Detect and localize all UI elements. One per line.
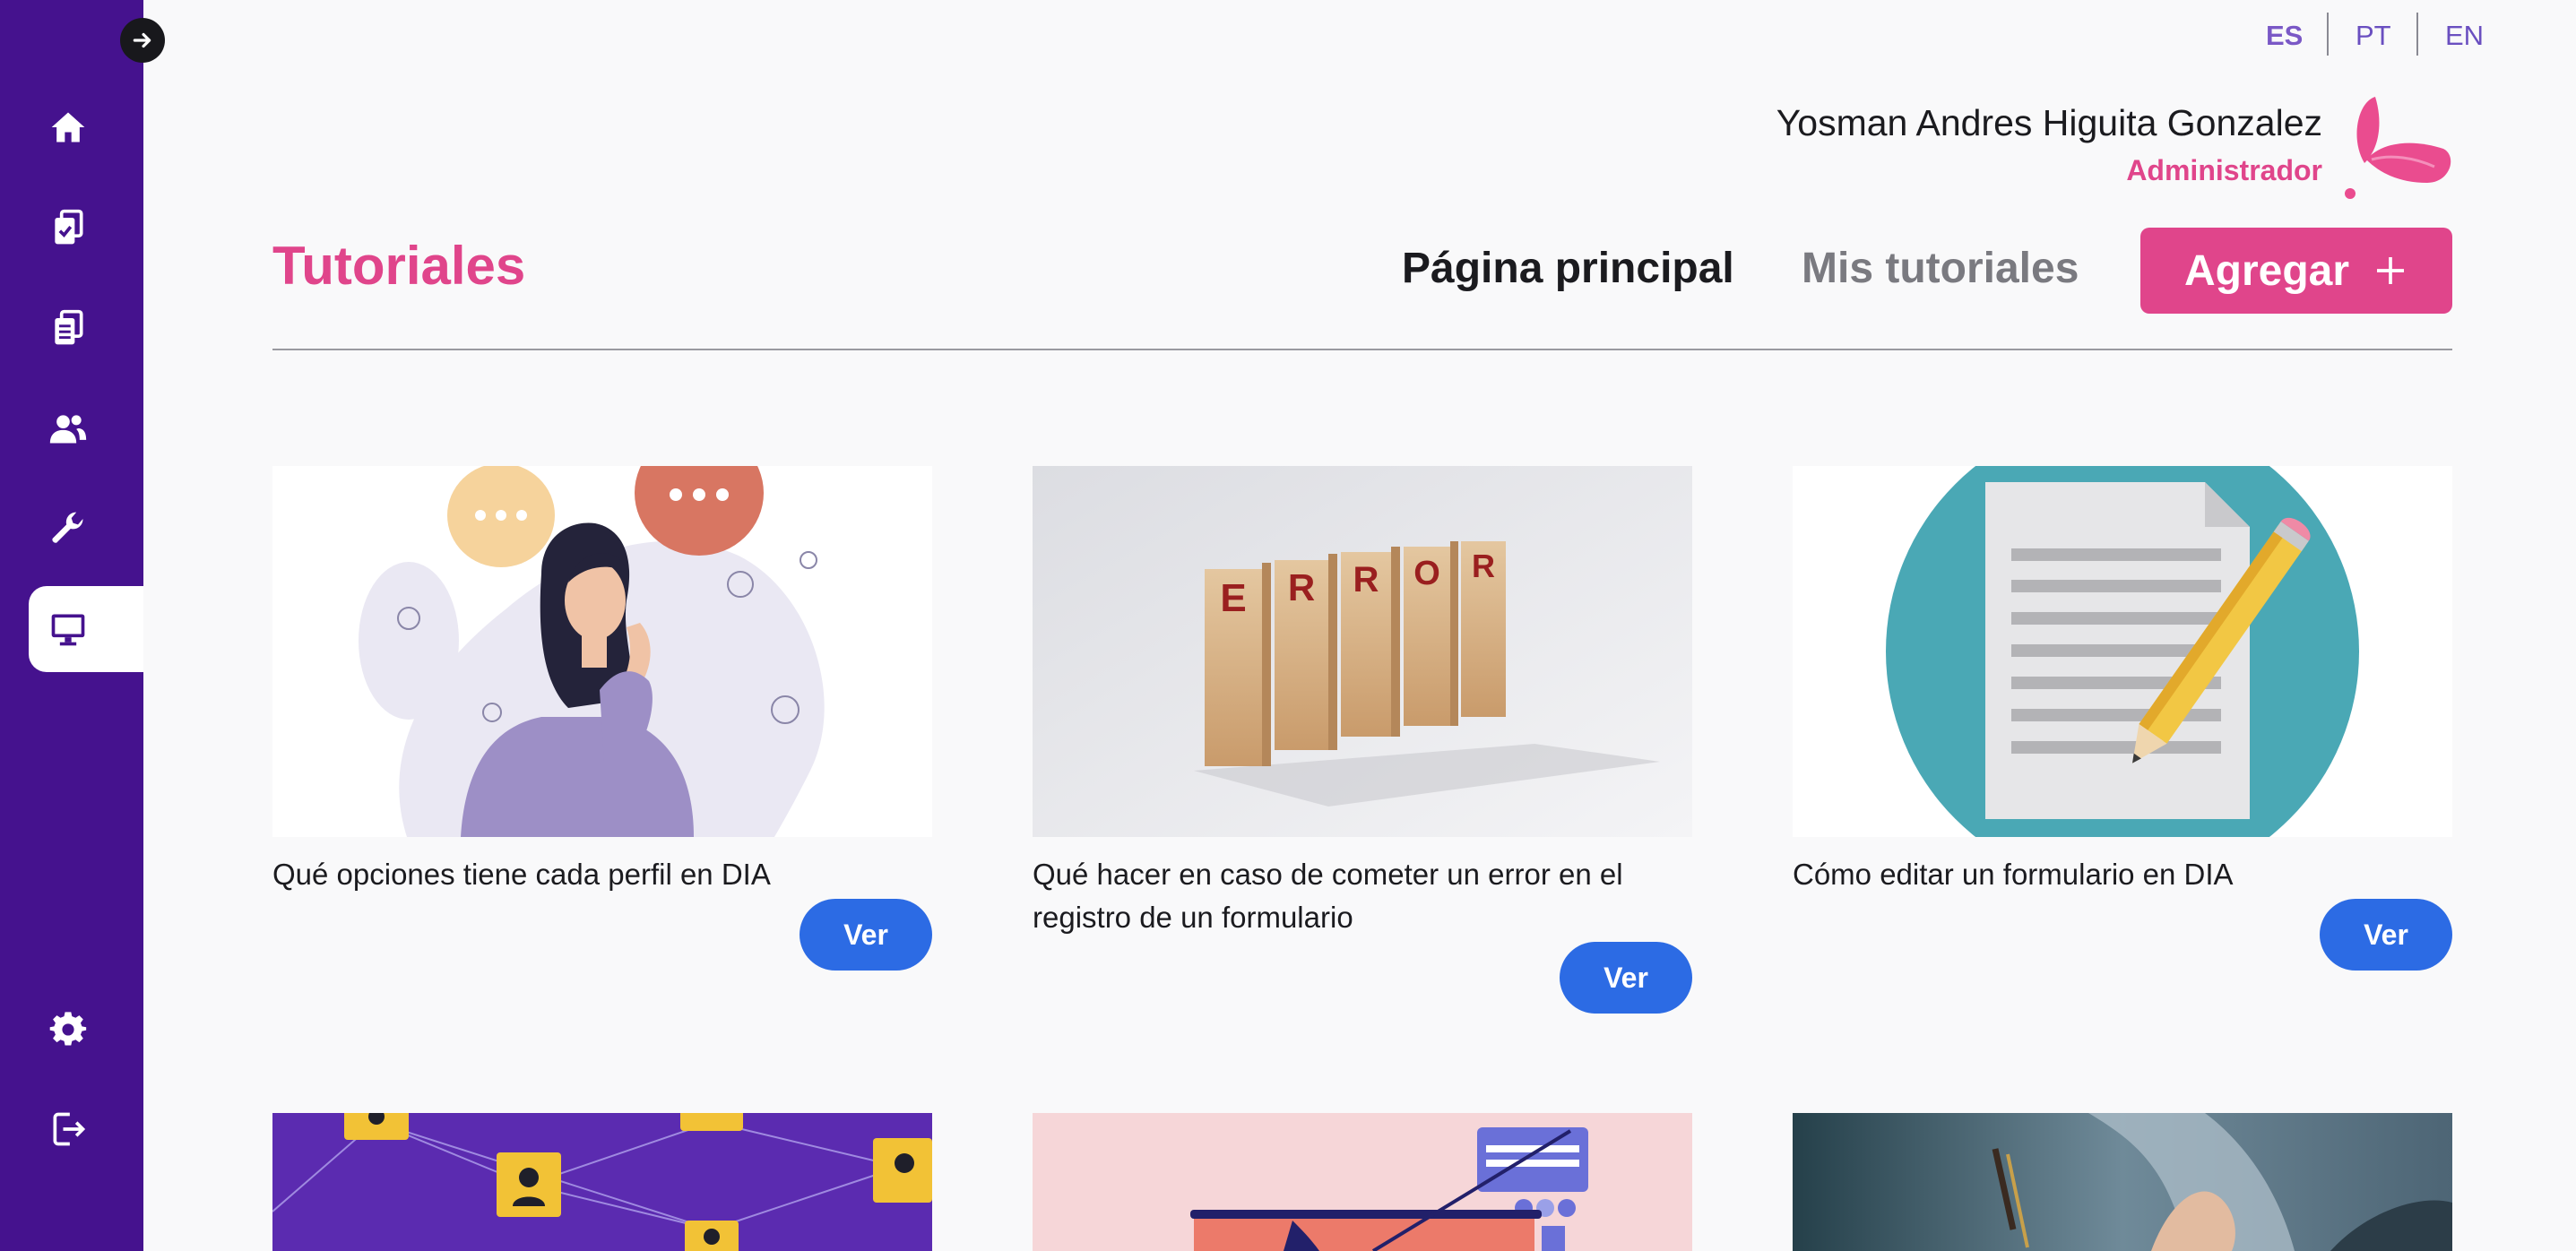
svg-text:O: O bbox=[1413, 555, 1440, 592]
sidebar-item-forms[interactable] bbox=[29, 285, 143, 371]
thinking-woman-illustration bbox=[272, 466, 932, 837]
svg-text:R: R bbox=[1353, 560, 1379, 600]
view-tutorial-button[interactable]: Ver bbox=[800, 899, 932, 971]
language-es[interactable]: ES bbox=[2266, 14, 2303, 57]
tutorial-card: E R R O R Qué hacer en caso de cometer u… bbox=[1033, 466, 1692, 1014]
page-title: Tutoriales bbox=[272, 236, 526, 296]
brand-logo bbox=[2345, 97, 2451, 199]
tutorial-title: Cómo editar un formulario en DIA bbox=[1793, 858, 2234, 891]
sidebar-item-checked-forms[interactable] bbox=[29, 185, 143, 271]
gear-icon bbox=[49, 1012, 87, 1046]
tab-my-tutorials[interactable]: Mis tutoriales bbox=[1802, 244, 2079, 293]
tutorial-card bbox=[1033, 1113, 1692, 1251]
sidebar-item-logout[interactable] bbox=[29, 1086, 143, 1172]
svg-text:R: R bbox=[1472, 548, 1495, 584]
network-profiles-illustration bbox=[272, 1113, 932, 1251]
plus-icon bbox=[2377, 257, 2405, 284]
laptop-ui-illustration bbox=[1033, 1113, 1692, 1251]
sidebar-expand-button[interactable] bbox=[120, 18, 165, 63]
user-role: Administrador bbox=[2126, 154, 2322, 186]
language-en[interactable]: EN bbox=[2445, 14, 2484, 57]
checked-forms-icon bbox=[55, 209, 83, 245]
sidebar bbox=[0, 0, 143, 1251]
sidebar-item-users[interactable] bbox=[29, 385, 143, 471]
svg-text:R: R bbox=[1288, 566, 1315, 608]
sidebar-item-settings[interactable] bbox=[29, 986, 143, 1072]
svg-text:E: E bbox=[1220, 576, 1246, 620]
error-wooden-blocks-photo: E R R O R bbox=[1033, 466, 1692, 837]
forms-icon bbox=[55, 309, 83, 345]
language-pt[interactable]: PT bbox=[2356, 14, 2391, 57]
tutorial-card bbox=[1793, 1113, 2452, 1251]
arrow-right-icon bbox=[133, 32, 151, 48]
sidebar-item-tutorials[interactable] bbox=[29, 586, 143, 672]
user-name: Yosman Andres Higuita Gonzalez bbox=[1776, 102, 2322, 143]
add-tutorial-button[interactable]: Agregar bbox=[2140, 228, 2452, 314]
language-separator bbox=[2327, 13, 2329, 56]
tutorial-card: Qué opciones tiene cada perfil en DIA Ve… bbox=[272, 466, 932, 971]
sidebar-item-tools[interactable] bbox=[29, 486, 143, 572]
home-icon bbox=[51, 112, 85, 142]
tab-main-page[interactable]: Página principal bbox=[1402, 244, 1734, 293]
hand-writing-photo bbox=[1793, 1113, 2452, 1251]
wrench-icon bbox=[52, 512, 83, 543]
sidebar-item-home[interactable] bbox=[29, 84, 143, 170]
language-separator bbox=[2416, 13, 2418, 56]
monitor-icon bbox=[51, 614, 85, 646]
tutorial-title: Qué hacer en caso de cometer un error en… bbox=[1033, 858, 1623, 934]
logout-icon bbox=[53, 1112, 86, 1146]
add-button-label: Agregar bbox=[2183, 246, 2350, 295]
tutorial-card bbox=[272, 1113, 932, 1251]
tutorial-title: Qué opciones tiene cada perfil en DIA bbox=[272, 858, 771, 891]
header-divider bbox=[272, 349, 2452, 350]
tutorial-card: Cómo editar un formulario en DIA Ver bbox=[1793, 466, 2452, 971]
view-tutorial-button[interactable]: Ver bbox=[1560, 942, 1692, 1014]
document-pencil-illustration bbox=[1793, 466, 2452, 837]
view-tutorial-button[interactable]: Ver bbox=[2320, 899, 2452, 971]
users-icon bbox=[49, 415, 87, 444]
